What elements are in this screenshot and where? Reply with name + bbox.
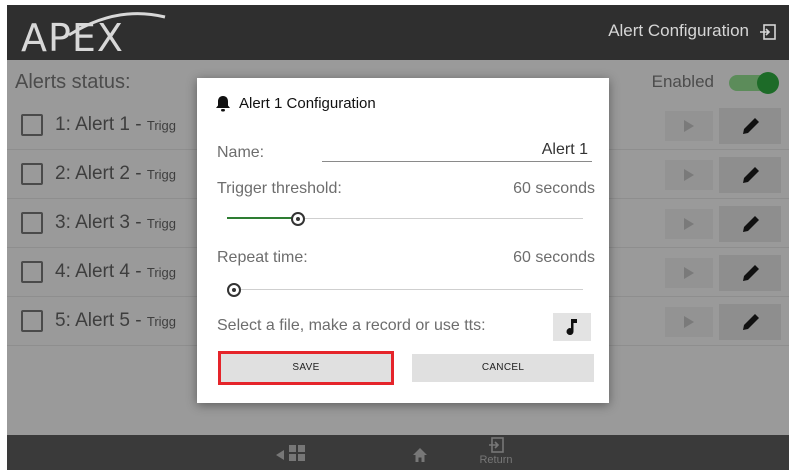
alert-config-dialog: Alert 1 Configuration Name: Trigger thre… (197, 78, 609, 403)
page-title: Alert Configuration (608, 21, 749, 40)
play-icon (684, 267, 694, 279)
alerts-status-label: Alerts status: (15, 71, 131, 93)
alert-checkbox[interactable] (21, 114, 43, 136)
back-arrow-icon[interactable] (275, 449, 285, 461)
edit-button[interactable] (719, 108, 781, 144)
play-button[interactable] (665, 111, 713, 141)
file-select-label: Select a file, make a record or use tts: (217, 317, 486, 334)
play-button[interactable] (665, 160, 713, 190)
alerts-enabled-toggle[interactable] (729, 72, 779, 94)
play-icon (684, 316, 694, 328)
edit-button[interactable] (719, 255, 781, 291)
cancel-button[interactable]: CANCEL (412, 354, 594, 382)
name-input[interactable] (322, 138, 592, 162)
repeat-time-label: Repeat time: (217, 249, 308, 266)
edit-button[interactable] (719, 206, 781, 242)
pencil-icon (743, 216, 759, 232)
alert-checkbox[interactable] (21, 261, 43, 283)
play-icon (684, 120, 694, 132)
save-button[interactable]: SAVE (218, 351, 394, 385)
apex-logo: APEX (15, 12, 166, 57)
alert-checkbox[interactable] (21, 212, 43, 234)
play-button[interactable] (665, 209, 713, 239)
dialog-title: Alert 1 Configuration (239, 95, 376, 112)
pencil-icon (743, 167, 759, 183)
play-button[interactable] (665, 307, 713, 337)
pencil-icon (743, 314, 759, 330)
play-icon (684, 169, 694, 181)
music-note-icon (566, 319, 577, 336)
slider-thumb[interactable] (227, 283, 241, 297)
alert-checkbox[interactable] (21, 310, 43, 332)
alert-label: 3: Alert 3 - Trigg (55, 212, 177, 233)
trigger-threshold-value: 60 seconds (513, 180, 595, 197)
trigger-threshold-label: Trigger threshold: (217, 180, 342, 197)
toggle-knob (757, 72, 779, 94)
return-icon (489, 437, 504, 453)
alert-checkbox[interactable] (21, 163, 43, 185)
pencil-icon (743, 118, 759, 134)
home-icon[interactable] (412, 447, 428, 463)
exit-icon[interactable] (759, 23, 777, 41)
alert-label: 5: Alert 5 - Trigg (55, 310, 177, 331)
slider-track (227, 289, 583, 290)
play-icon (684, 218, 694, 230)
edit-button[interactable] (719, 157, 781, 193)
slider-fill (227, 217, 298, 219)
bottom-nav-bar: Return (7, 435, 789, 470)
return-button[interactable]: Return (471, 437, 521, 466)
bell-icon (216, 96, 230, 112)
slider-thumb[interactable] (291, 212, 305, 226)
alert-label: 1: Alert 1 - Trigg (55, 114, 177, 135)
dialog-header: Alert 1 Configuration (215, 95, 376, 112)
grid-icon[interactable] (289, 445, 305, 461)
pencil-icon (743, 265, 759, 281)
select-sound-button[interactable] (553, 313, 591, 341)
alert-label: 2: Alert 2 - Trigg (55, 163, 177, 184)
logo-swoosh-icon (68, 12, 166, 37)
play-button[interactable] (665, 258, 713, 288)
repeat-time-value: 60 seconds (513, 249, 595, 266)
name-label: Name: (217, 144, 265, 161)
edit-button[interactable] (719, 304, 781, 340)
return-label: Return (479, 454, 513, 466)
trigger-threshold-slider[interactable] (227, 209, 583, 229)
enabled-label: Enabled (651, 72, 714, 91)
repeat-time-slider[interactable] (227, 280, 583, 300)
app-header: APEX Alert Configuration (7, 5, 789, 60)
alert-label: 4: Alert 4 - Trigg (55, 261, 177, 282)
